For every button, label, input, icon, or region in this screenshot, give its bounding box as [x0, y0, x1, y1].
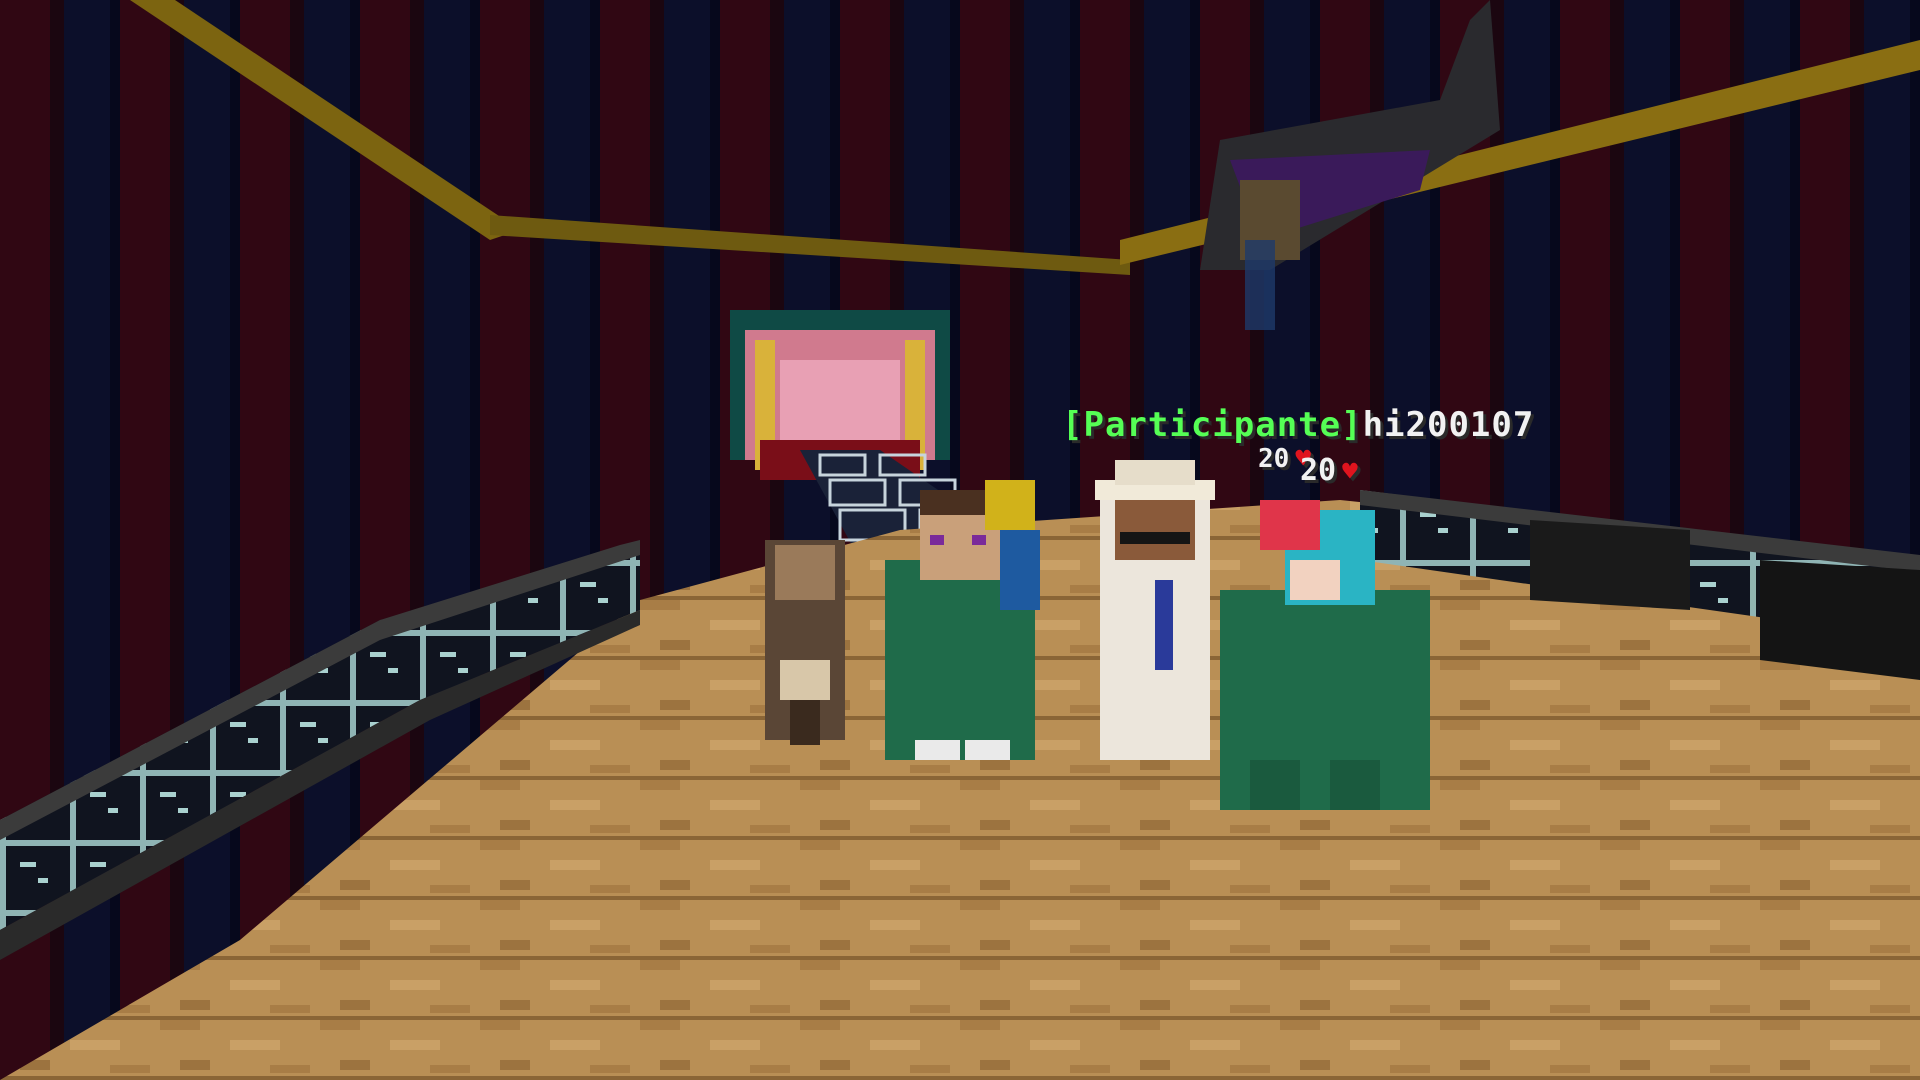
player-name: hi200107	[1362, 405, 1535, 445]
world-render	[0, 0, 1920, 1080]
player-small-brown	[765, 540, 845, 745]
health-value: 20	[1300, 453, 1337, 488]
player-nametag: [Participante]hi200107	[1062, 408, 1534, 442]
rank-prefix: [Participante]	[1062, 405, 1363, 445]
health-label-front: 20 ♥	[1300, 456, 1358, 486]
health-value: 20	[1258, 444, 1290, 474]
speaker-block	[1530, 520, 1690, 610]
speaker-block-2	[1760, 560, 1920, 680]
player-white-suit	[1095, 460, 1215, 760]
heart-icon: ♥	[1342, 457, 1358, 487]
game-viewport[interactable]: [Participante]hi200107 20 ♥ 20 ♥	[0, 0, 1920, 1080]
